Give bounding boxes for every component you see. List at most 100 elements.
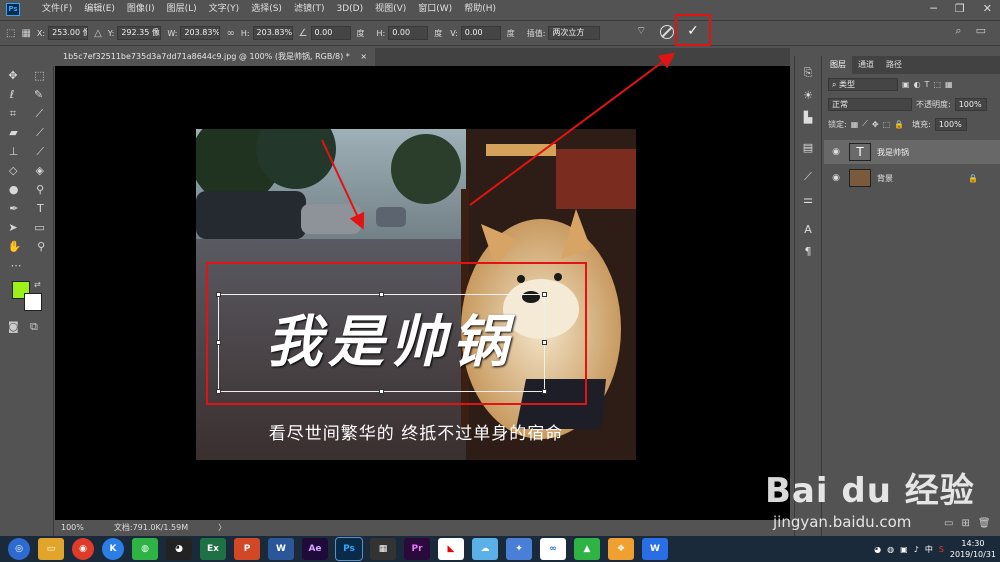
more-tools-icon[interactable]: ⋯ xyxy=(11,259,22,272)
lasso-tool-icon[interactable]: ℓ xyxy=(10,88,15,101)
restore-icon[interactable]: ❐ xyxy=(955,0,965,18)
w-field[interactable]: 203.83% xyxy=(180,26,221,40)
tray-icon-qq[interactable]: ◕ xyxy=(874,545,881,554)
zoom-level[interactable]: 100% xyxy=(61,523,84,532)
eraser-tool-icon[interactable]: ◇ xyxy=(9,164,17,177)
document-tab[interactable]: 1b5c7ef32511be735d3a7dd71a8644c9.jpg @ 1… xyxy=(55,48,376,66)
tab-channels[interactable]: 通道 xyxy=(852,56,880,74)
menu-item[interactable]: 文字(Y) xyxy=(203,0,246,18)
word-icon[interactable]: W xyxy=(268,538,294,560)
zoom-tool-icon[interactable]: ⚲ xyxy=(37,240,45,253)
lock-all-icon[interactable]: 🔒 xyxy=(894,120,904,129)
eyedropper-icon[interactable]: ⟋ xyxy=(36,107,44,121)
angle-field[interactable]: 0.00 xyxy=(310,26,351,40)
blur-tool-icon[interactable]: ● xyxy=(9,183,19,196)
netease-music-icon[interactable]: ◉ xyxy=(72,538,94,560)
lock-paint-icon[interactable]: ⟋ xyxy=(862,119,868,129)
baidu-netdisk-icon[interactable]: ∞ xyxy=(540,538,566,560)
menu-item[interactable]: 图像(I) xyxy=(121,0,161,18)
transform-tool-icon[interactable]: ⬚ xyxy=(6,28,15,39)
rectangle-tool-icon[interactable]: ▭ xyxy=(34,221,44,234)
relative-position-icon[interactable]: △ xyxy=(94,28,102,39)
close-icon[interactable]: ✕ xyxy=(983,0,992,18)
file-explorer-icon[interactable]: ▭ xyxy=(38,538,64,560)
quick-mask-icon[interactable]: ◙ xyxy=(8,320,19,333)
warp-icon[interactable]: ⌔ xyxy=(636,24,650,38)
media-player-icon[interactable]: ▦ xyxy=(370,538,396,560)
start-button[interactable]: ◎ xyxy=(8,538,30,560)
powerpoint-icon[interactable]: P xyxy=(234,538,260,560)
menu-item[interactable]: 帮助(H) xyxy=(458,0,502,18)
layer-background[interactable]: ◉ 背景 🔒 xyxy=(824,166,1000,190)
blend-mode-select[interactable]: 正常 xyxy=(828,97,912,111)
tray-icon-wechat[interactable]: ◍ xyxy=(887,545,894,554)
menu-item[interactable]: 文件(F) xyxy=(36,0,78,18)
tab-layers[interactable]: 图层 xyxy=(824,56,852,74)
history-icon[interactable]: ⎘ xyxy=(795,62,821,84)
kugou-icon[interactable]: K xyxy=(102,538,124,560)
adjustments-icon[interactable]: ☀ xyxy=(795,84,821,106)
tray-icon-sogou[interactable]: S xyxy=(939,545,944,554)
move-tool-icon[interactable]: ✥ xyxy=(8,69,17,82)
brush-settings-icon[interactable]: ⟋ xyxy=(795,166,821,188)
app-icon-3[interactable]: ❖ xyxy=(608,538,634,560)
swap-colors-icon[interactable]: ⇄ xyxy=(34,280,41,289)
cloud-icon[interactable]: ☁ xyxy=(472,538,498,560)
tray-icon-volume[interactable]: ♪ xyxy=(914,545,919,554)
qq-icon[interactable]: ◕ xyxy=(166,538,192,560)
character-icon[interactable]: A xyxy=(795,218,821,240)
hskew-field[interactable]: 0.00 xyxy=(388,26,429,40)
menu-item[interactable]: 编辑(E) xyxy=(78,0,121,18)
lock-pixels-icon[interactable]: ▦ xyxy=(851,120,859,129)
dodge-tool-icon[interactable]: ⚲ xyxy=(36,183,44,196)
workspace-icon[interactable]: ▭ xyxy=(976,24,986,38)
y-field[interactable]: 292.35 像素 xyxy=(117,26,162,40)
commit-transform-button[interactable]: ✓ xyxy=(684,23,702,39)
wps-office-icon[interactable]: W xyxy=(642,538,668,560)
wps-icon[interactable]: ◣ xyxy=(438,538,464,560)
filter-adjust-icon[interactable]: ◐ xyxy=(914,80,921,89)
healing-brush-icon[interactable]: ▰ xyxy=(9,126,17,139)
visibility-eye-icon[interactable]: ◉ xyxy=(829,147,843,157)
lock-move-icon[interactable]: ✥ xyxy=(872,120,879,129)
path-select-icon[interactable]: ➤ xyxy=(8,221,17,234)
vskew-field[interactable]: 0.00 xyxy=(460,26,501,40)
search-icon[interactable]: ⌕ xyxy=(955,24,961,38)
filter-smart-icon[interactable]: ▦ xyxy=(945,80,953,89)
menu-item[interactable]: 滤镜(T) xyxy=(288,0,331,18)
cancel-transform-button[interactable] xyxy=(660,25,674,39)
paragraph-icon[interactable]: ¶ xyxy=(795,240,821,262)
lock-artboard-icon[interactable]: ⬚ xyxy=(883,120,891,129)
opacity-field[interactable]: 100% xyxy=(954,97,987,111)
app-icon-2[interactable]: ▲ xyxy=(574,538,600,560)
link-icon[interactable]: ∞ xyxy=(226,28,234,39)
menu-item[interactable]: 图层(L) xyxy=(161,0,203,18)
menu-item[interactable]: 3D(D) xyxy=(330,0,369,18)
wechat-icon[interactable]: ◍ xyxy=(132,538,158,560)
tray-icon-network[interactable]: ▣ xyxy=(900,545,908,554)
marquee-tool-icon[interactable]: ⬚ xyxy=(34,69,44,82)
interpolation-select[interactable]: 两次立方 xyxy=(548,26,601,40)
screen-mode-icon[interactable]: ⧉ xyxy=(30,320,38,334)
type-tool-icon[interactable]: T xyxy=(37,202,44,215)
libraries-icon[interactable]: ▤ xyxy=(795,136,821,158)
premiere-icon[interactable]: Pr xyxy=(404,538,430,560)
tab-paths[interactable]: 路径 xyxy=(880,56,908,74)
quick-select-icon[interactable]: ✎ xyxy=(34,88,43,101)
fill-field[interactable]: 100% xyxy=(934,117,967,131)
hand-tool-icon[interactable]: ✋ xyxy=(8,240,22,253)
ime-indicator[interactable]: 中 xyxy=(925,544,933,555)
minimize-icon[interactable]: ─ xyxy=(930,0,937,18)
menu-item[interactable]: 选择(S) xyxy=(245,0,288,18)
paint-bucket-icon[interactable]: ◈ xyxy=(36,164,44,177)
menu-item[interactable]: 窗口(W) xyxy=(412,0,458,18)
photoshop-taskbar-icon[interactable]: Ps xyxy=(335,537,363,561)
histogram-icon[interactable]: ▙ xyxy=(795,106,821,128)
layer-filter-select[interactable]: ⌕ 类型 xyxy=(828,77,898,91)
history-brush-icon[interactable]: ⟋ xyxy=(36,145,44,159)
after-effects-icon[interactable]: Ae xyxy=(302,538,328,560)
close-tab-icon[interactable]: × xyxy=(360,52,367,61)
clone-stamp-icon[interactable]: ⊥ xyxy=(9,145,19,158)
brush-tool-icon[interactable]: ⟋ xyxy=(36,126,44,140)
excel-icon[interactable]: Ex xyxy=(200,538,226,560)
